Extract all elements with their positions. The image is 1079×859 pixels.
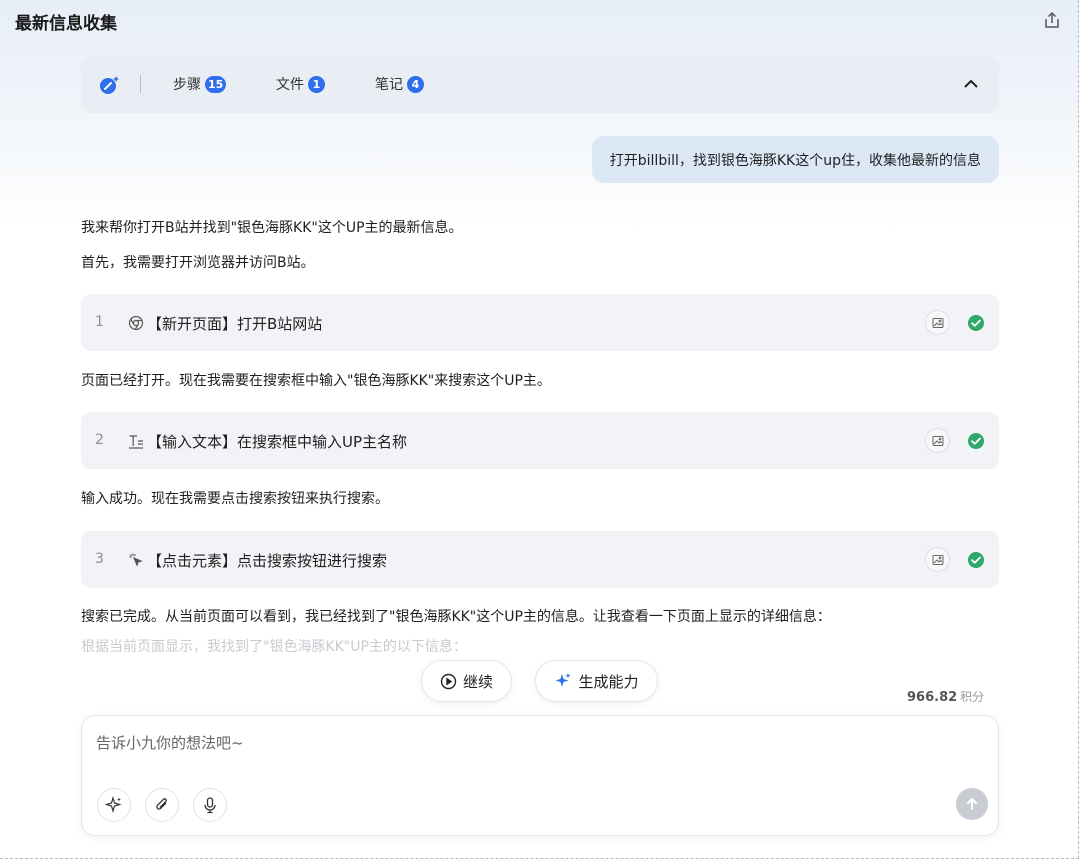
check-circle-icon: [968, 433, 984, 449]
assistant-text: 我来帮你打开B站并找到"银色海豚KK"这个UP主的最新信息。: [81, 220, 463, 236]
generate-capability-button[interactable]: 生成能力: [535, 660, 658, 702]
assistant-text: 输入成功。现在我需要点击搜索按钮来执行搜索。: [81, 491, 389, 507]
image-icon: [932, 435, 943, 446]
credits-display: 966.82 积分: [907, 688, 984, 705]
text-input-icon: [127, 432, 145, 450]
credits-value: 966.82: [907, 690, 958, 705]
chrome-icon: [127, 314, 145, 332]
generate-label: 生成能力: [578, 672, 639, 691]
magic-wand-button[interactable]: [97, 73, 121, 97]
collapse-button[interactable]: [959, 72, 983, 96]
sparkle-icon: [105, 796, 122, 814]
message-composer: [81, 715, 999, 836]
image-icon: [932, 317, 943, 328]
arrow-up-icon: [967, 797, 977, 810]
screenshot-button[interactable]: [925, 428, 950, 453]
screenshot-button[interactable]: [925, 547, 950, 572]
step-number: 2: [95, 432, 104, 448]
play-circle-icon: [440, 673, 457, 689]
share-icon: [1045, 11, 1059, 28]
step-number: 3: [95, 551, 104, 567]
assistant-text: 页面已经打开。现在我需要在搜索框中输入"银色海豚KK"来搜索这个UP主。: [81, 373, 551, 389]
check-circle-icon: [968, 552, 984, 568]
attach-button[interactable]: [145, 788, 179, 822]
send-button[interactable]: [956, 788, 988, 820]
continue-label: 继续: [462, 672, 493, 691]
tab-label: 文件: [276, 77, 304, 93]
voice-button[interactable]: [193, 788, 227, 822]
image-icon: [932, 554, 943, 565]
step-text: 【新开页面】打开B站网站: [147, 315, 323, 333]
check-circle-icon: [968, 315, 984, 331]
assistant-text: 搜索已完成。从当前页面可以看到，我已经找到了"银色海豚KK"这个UP主的信息。让…: [81, 609, 831, 625]
step-text: 【点击元素】点击搜索按钮进行搜索: [147, 552, 388, 570]
tab-files[interactable]: 文件 1: [276, 74, 325, 94]
step-card[interactable]: 1 【新开页面】打开B站网站: [81, 294, 999, 351]
screenshot-button[interactable]: [925, 310, 950, 335]
task-summary-bar: 步骤 15 文件 1 笔记 4: [81, 56, 999, 113]
step-card[interactable]: 3 【点击元素】点击搜索按钮进行搜索: [81, 531, 999, 588]
step-text: 【输入文本】在搜索框中输入UP主名称: [147, 433, 408, 451]
credits-unit: 积分: [960, 690, 985, 704]
message-input[interactable]: [96, 730, 976, 756]
page-title: 最新信息收集: [15, 14, 117, 34]
count-badge: 1: [308, 75, 325, 93]
tab-notes[interactable]: 笔记 4: [375, 74, 424, 94]
sparkle-icon: [555, 673, 572, 687]
step-card[interactable]: 2 【输入文本】在搜索框中输入UP主名称: [81, 412, 999, 469]
magic-button[interactable]: [97, 788, 131, 822]
user-message: 打开billbill，找到银色海豚KK这个up住，收集他最新的信息: [591, 136, 999, 183]
count-badge: 15: [205, 75, 227, 93]
share-button[interactable]: [1040, 8, 1064, 32]
click-icon: [127, 551, 145, 569]
chevron-up-icon: [964, 79, 978, 88]
microphone-icon: [204, 797, 216, 814]
step-number: 1: [95, 314, 104, 330]
paperclip-icon: [156, 798, 167, 810]
count-badge: 4: [407, 75, 424, 93]
tab-steps[interactable]: 步骤 15: [173, 74, 227, 94]
continue-button[interactable]: 继续: [421, 660, 512, 702]
divider: [140, 75, 141, 93]
assistant-text-faded: 根据当前页面显示，我找到了"银色海豚KK"UP主的以下信息：: [81, 639, 467, 652]
assistant-text: 首先，我需要打开浏览器并访问B站。: [81, 255, 315, 271]
tab-label: 步骤: [173, 77, 201, 93]
magic-wand-icon: [100, 76, 119, 94]
tab-label: 笔记: [375, 77, 403, 93]
